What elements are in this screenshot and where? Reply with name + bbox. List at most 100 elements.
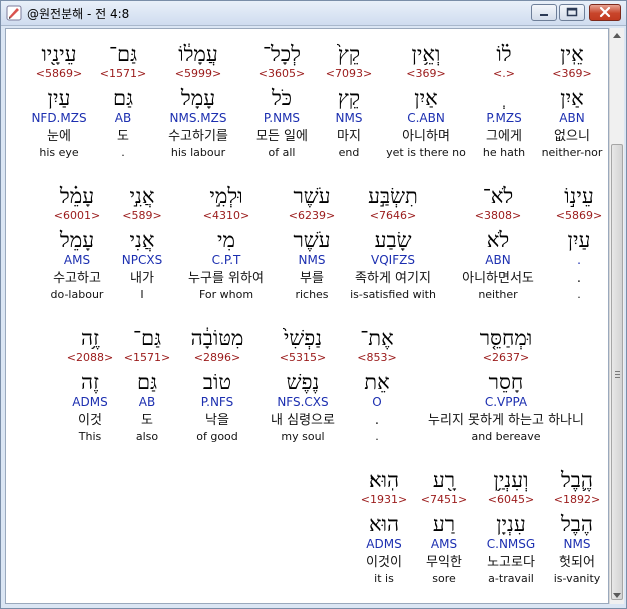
lemma: אַיִן [414, 86, 438, 110]
word-block[interactable]: גַּם־ <1571> גַּם AB 도 . [98, 41, 148, 160]
word-block[interactable]: קֵץ֙ <7093> קֵץ NMS 마지 end [322, 41, 376, 160]
korean-gloss: 누구를 위하여 [188, 271, 264, 286]
word-block[interactable]: זֶ֥ה <2088> זֶה ADMS 이것 This [62, 325, 118, 444]
word-block[interactable]: ל֗וֹ <.> ְ P.MZS 그에게 he hath [474, 41, 534, 160]
english-gloss: his eye [39, 146, 79, 159]
strong-number[interactable]: <5315> [260, 351, 346, 365]
english-gloss: and bereave [471, 430, 541, 443]
word-block[interactable]: לְכָל־ <3605> כֹּל P.NMS 모든 일에 of all [247, 41, 317, 160]
word-block[interactable]: אֲנִ֣י <589> אֲנִי NPCXS 내가 I [114, 183, 170, 302]
lemma: זֶה [81, 370, 99, 394]
word-block[interactable]: הֽוּא׃ <1931> הוּא ADMS 이것이 it is [356, 467, 412, 586]
strong-number[interactable]: <6045> [478, 493, 544, 507]
korean-gloss: 마지 [337, 129, 361, 144]
strong-number[interactable]: <1892> [547, 493, 607, 507]
strong-number[interactable]: <4310> [174, 209, 278, 223]
strong-number[interactable]: <589> [114, 209, 170, 223]
korean-gloss: 낙을 [205, 413, 229, 428]
lemma: אֵת [364, 370, 390, 394]
strong-number[interactable]: <1571> [98, 67, 148, 81]
word-block[interactable]: גַּם־ <1571> גַּם AB 도 also [122, 325, 172, 444]
lemma: חָסֵר [488, 370, 524, 394]
scroll-up-icon[interactable] [610, 28, 624, 43]
strong-number[interactable]: <3808> [450, 209, 546, 223]
strong-number[interactable]: <5999> [158, 67, 238, 81]
lemma: ְ [474, 85, 534, 111]
korean-gloss: 누리지 못하게 하는고 하나니 [428, 413, 584, 428]
vertical-scrollbar[interactable] [609, 28, 624, 604]
strong-number[interactable]: <7093> [322, 67, 376, 81]
english-gloss: is-vanity [553, 572, 601, 585]
title-bar[interactable]: @원전분해 - 전 4:8 [1, 1, 626, 26]
strong-number[interactable]: <2637> [406, 351, 606, 365]
word-block[interactable]: וְאֵ֥ין <369> אַיִן C.ABN 아니하며 yet is th… [378, 41, 474, 160]
strong-number[interactable]: <.> [474, 67, 534, 81]
word-block[interactable]: הֶ֛בֶל <1892> הֶבֶל NMS 헛되어 is-vanity [547, 467, 607, 586]
strong-number[interactable]: <853> [351, 351, 403, 365]
close-button[interactable] [589, 4, 621, 21]
word-block[interactable]: עֹשֶׁר <6239> עֹשֶׁר NMS 부를 riches [283, 183, 341, 302]
lemma: מִי [217, 228, 235, 252]
word-block[interactable]: וְעִנְיַ֥ן <6045> עִנְיָן C.NMSG 노고로다 a-… [478, 467, 544, 586]
scroll-down-icon[interactable] [610, 588, 624, 603]
hebrew-word: אֶת־ [360, 326, 394, 350]
morphology: ABN [559, 111, 585, 125]
korean-gloss: 내가 [130, 271, 154, 286]
word-block[interactable]: עֲמָל֔וֹ <5999> עָמָל NMS.MZS 수고하기를 his … [158, 41, 238, 160]
english-gloss: do-labour [50, 288, 104, 301]
strong-number[interactable]: <369> [537, 67, 607, 81]
morphology: O [372, 395, 382, 409]
strong-number[interactable]: <6239> [283, 209, 341, 223]
english-gloss: he hath [482, 146, 526, 159]
word-block[interactable]: לֹא־ <3808> לֹא ABN 아니하면서도 neither [450, 183, 546, 302]
strong-number[interactable]: <369> [378, 67, 474, 81]
morphology: AB [114, 111, 132, 125]
hebrew-word: זֶ֥ה [81, 326, 99, 350]
word-block[interactable]: אֶת־ <853> אֵת O . . [351, 325, 403, 444]
minimize-button[interactable] [531, 4, 557, 21]
hebrew-word: קֵץ֙ [337, 42, 361, 66]
word-block[interactable]: תִשְׂבַּ֣ע <7646> שָׂבַע VQIFZS 족하게 여기지 … [343, 183, 443, 302]
app-window: @원전분해 - 전 4:8 אֵֽין <369> אַיִן ABN 없으니 … [0, 0, 627, 609]
english-gloss: end [338, 146, 360, 159]
korean-gloss: 이것이 [366, 555, 402, 570]
strong-number[interactable]: <3605> [247, 67, 317, 81]
scroll-thumb[interactable] [611, 144, 623, 600]
lemma: הֶבֶל [560, 512, 594, 536]
word-block[interactable]: עָמֵ֗ל <6001> עָמֵל AMS 수고하고 do-labour [42, 183, 112, 302]
word-block[interactable]: עֵינָ֖יו <5869> עַיִן NFD.MZS 눈에 his eye [26, 41, 92, 160]
korean-gloss: 아니하면서도 [462, 271, 534, 286]
hebrew-word: וְאֵ֥ין [411, 42, 441, 66]
strong-number[interactable]: <5869> [26, 67, 92, 81]
english-gloss: sore [432, 572, 456, 585]
strong-number[interactable]: <7451> [416, 493, 472, 507]
strong-number[interactable]: <1931> [356, 493, 412, 507]
english-gloss: also [135, 430, 159, 443]
strong-number[interactable]: <7646> [343, 209, 443, 223]
word-block[interactable]: וּלְמִ֣י <4310> מִי C.P.T 누구를 위하여 For wh… [174, 183, 278, 302]
word-block[interactable]: וּמְחַסֵּ֤ר <2637> חָסֵר C.VPPA 누리지 못하게 … [406, 325, 606, 444]
strong-number[interactable]: <5869> [551, 209, 607, 223]
strong-number[interactable]: <1571> [122, 351, 172, 365]
english-gloss: of good [196, 430, 238, 443]
strong-number[interactable]: <2896> [182, 351, 252, 365]
english-gloss: For whom [198, 288, 254, 301]
word-block[interactable]: נַפְשִׁי֙ <5315> נֶפֶשׁ NFS.CXS 내 심령으로 m… [260, 325, 346, 444]
english-gloss: it is [374, 572, 394, 585]
korean-gloss: 수고하고 [53, 271, 101, 286]
morphology: ADMS [72, 395, 108, 409]
word-block[interactable]: עֵינ֣וֹ <5869> עַיִן . . . [551, 183, 607, 302]
strong-number[interactable]: <6001> [42, 209, 112, 223]
word-block[interactable]: רָ֖ע <7451> רַע AMS 무익한 sore [416, 467, 472, 586]
word-block[interactable]: מִטּוֹבָ֔ה <2896> טוֹב P.NFS 낙을 of good [182, 325, 252, 444]
word-block[interactable]: אֵֽין <369> אַיִן ABN 없으니 neither-nor [537, 41, 607, 160]
morphology: NPCXS [121, 253, 163, 267]
interlinear-panel: אֵֽין <369> אַיִן ABN 없으니 neither-nor ל֗… [5, 28, 609, 604]
korean-gloss: 도 [141, 413, 153, 428]
maximize-button[interactable] [559, 4, 585, 21]
morphology: NFD.MZS [31, 111, 87, 125]
minimize-icon [540, 14, 548, 16]
lemma: כֹּל [271, 86, 293, 110]
strong-number[interactable]: <2088> [62, 351, 118, 365]
lemma: שָׂבַע [374, 228, 412, 252]
